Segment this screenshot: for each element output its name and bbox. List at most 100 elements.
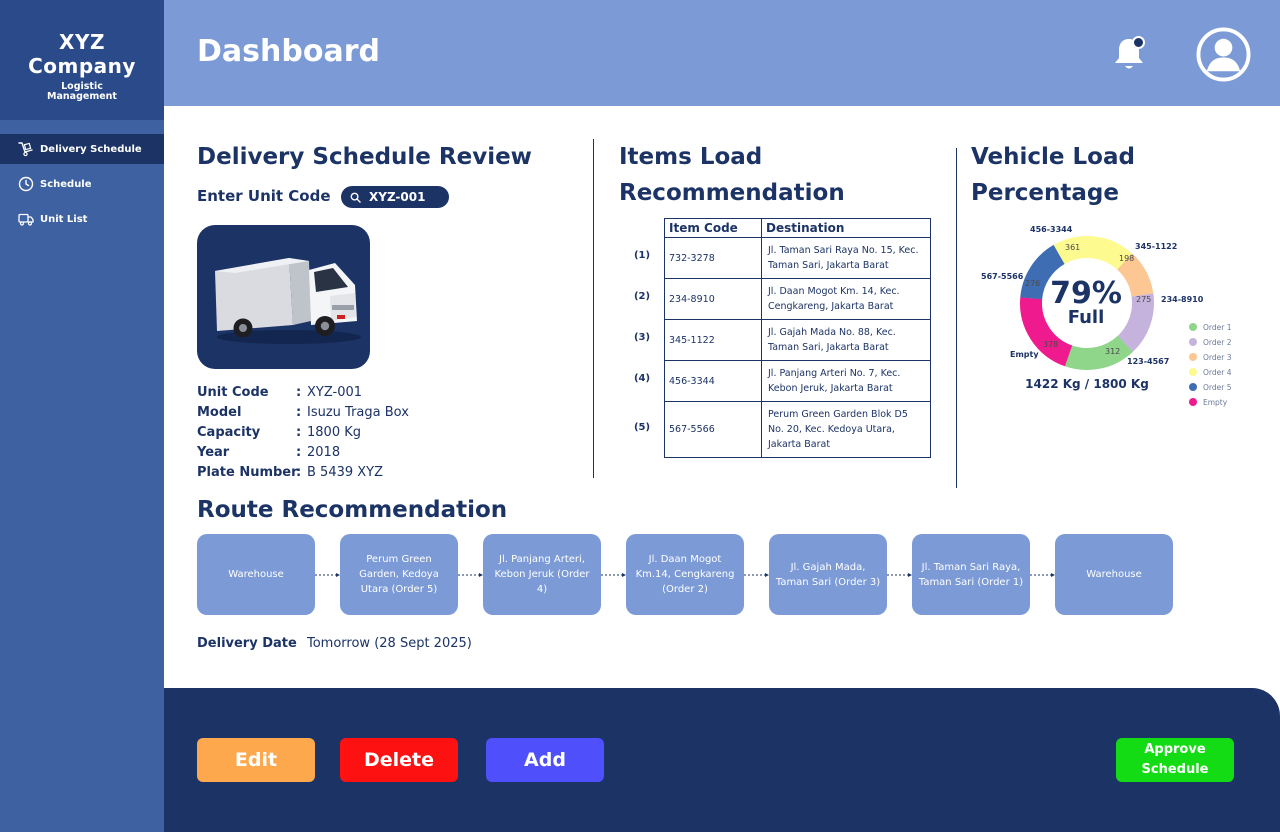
truck-illustration bbox=[215, 258, 361, 344]
route-stop[interactable]: Jl. Gajah Mada, Taman Sari (Order 3) bbox=[769, 534, 887, 615]
segment-label: 123-4567 bbox=[1127, 357, 1170, 366]
table-header-row: Item Code Destination bbox=[664, 218, 931, 238]
divider bbox=[593, 139, 594, 478]
segment-value: 378 bbox=[1043, 340, 1059, 349]
row-index: (3) bbox=[633, 332, 651, 343]
edit-button[interactable]: Edit bbox=[197, 738, 315, 782]
item-code-cell: 456-3344 bbox=[664, 360, 762, 402]
segment-value: 276 bbox=[1025, 279, 1041, 288]
item-code-cell: 567-5566 bbox=[664, 401, 762, 458]
legend-label: Empty bbox=[1203, 397, 1228, 407]
destination-cell: Jl. Taman Sari Raya No. 15, Kec. Taman S… bbox=[761, 237, 931, 279]
spec-value: B 5439 XYZ bbox=[307, 465, 384, 480]
segment-value: 275 bbox=[1136, 295, 1152, 304]
action-bar bbox=[164, 688, 1280, 832]
legend-swatch bbox=[1189, 383, 1197, 391]
legend-label: Order 1 bbox=[1203, 322, 1232, 332]
bell-icon[interactable] bbox=[1108, 33, 1150, 75]
user-icon[interactable] bbox=[1196, 27, 1251, 82]
row-index: (1) bbox=[633, 250, 651, 261]
unit-code-value: XYZ-001 bbox=[369, 190, 426, 204]
column-header-destination: Destination bbox=[761, 218, 931, 238]
route-arrow-icon bbox=[1030, 573, 1055, 577]
brand-name: XYZ Company bbox=[0, 30, 164, 78]
spec-model: Model: Isuzu Traga Box bbox=[197, 403, 497, 423]
route-title: Route Recommendation bbox=[197, 497, 508, 523]
legend-swatch bbox=[1189, 353, 1197, 361]
vehicle-load-title-line2: Percentage bbox=[971, 180, 1119, 206]
delivery-date-label: Delivery Date bbox=[197, 636, 297, 651]
table-row[interactable]: 234-8910 Jl. Daan Mogot Km. 14, Kec. Cen… bbox=[664, 278, 931, 320]
sidebar-item-label: Delivery Schedule bbox=[40, 143, 142, 155]
destination-cell: Jl. Daan Mogot Km. 14, Kec. Cengkareng, … bbox=[761, 278, 931, 320]
legend-item: Order 3 bbox=[1189, 351, 1231, 363]
delete-button[interactable]: Delete bbox=[340, 738, 458, 782]
table-row[interactable]: 345-1122 Jl. Gajah Mada No. 88, Kec. Tam… bbox=[664, 319, 931, 361]
spec-plate-number: Plate Number: B 5439 XYZ bbox=[197, 463, 497, 483]
sidebar-item-schedule[interactable]: Schedule bbox=[0, 169, 164, 199]
sidebar-item-unit-list[interactable]: Unit List bbox=[0, 204, 164, 234]
items-load-table: Item Code Destination 732-3278 Jl. Taman… bbox=[664, 218, 931, 458]
legend-swatch bbox=[1189, 323, 1197, 331]
route-stop[interactable]: Jl. Panjang Arteri, Kebon Jeruk (Order 4… bbox=[483, 534, 601, 615]
spec-capacity: Capacity:1800 Kg bbox=[197, 423, 497, 443]
add-button[interactable]: Add bbox=[486, 738, 604, 782]
sidebar-item-label: Schedule bbox=[40, 178, 92, 190]
legend-label: Order 4 bbox=[1203, 367, 1232, 377]
route-stop[interactable]: Warehouse bbox=[197, 534, 315, 615]
legend-item: Order 2 bbox=[1189, 336, 1231, 348]
items-load-title-line1: Items Load bbox=[619, 144, 763, 170]
approve-schedule-button[interactable]: Approve Schedule bbox=[1116, 738, 1234, 782]
table-row[interactable]: 732-3278 Jl. Taman Sari Raya No. 15, Kec… bbox=[664, 237, 931, 279]
spec-year: Year:2018 bbox=[197, 443, 497, 463]
route-stop[interactable]: Jl. Taman Sari Raya, Taman Sari (Order 1… bbox=[912, 534, 1030, 615]
approve-label-line2: Schedule bbox=[1141, 762, 1209, 777]
brand-name-line1: XYZ bbox=[59, 30, 105, 54]
unit-code-search-input[interactable]: XYZ-001 bbox=[341, 186, 449, 208]
item-code-cell: 345-1122 bbox=[664, 319, 762, 361]
legend-item: Order 4 bbox=[1189, 366, 1231, 378]
sidebar-item-delivery-schedule[interactable]: Delivery Schedule bbox=[0, 134, 164, 164]
brand-name-line2: Company bbox=[28, 54, 136, 78]
legend-item: Order 5 bbox=[1189, 381, 1231, 393]
legend-swatch bbox=[1189, 398, 1197, 406]
sidebar: XYZ Company Logistic Management Delivery… bbox=[0, 0, 164, 832]
spec-colon: : bbox=[296, 445, 302, 460]
brand-subtitle-line2: Management bbox=[47, 91, 117, 102]
table-row[interactable]: 567-5566 Perum Green Garden Blok D5 No. … bbox=[664, 401, 931, 458]
items-load-title-line2: Recommendation bbox=[619, 180, 845, 206]
sidebar-item-label: Unit List bbox=[40, 213, 88, 225]
route-arrow-icon bbox=[601, 573, 626, 577]
legend-label: Order 2 bbox=[1203, 337, 1232, 347]
load-total: 1422 Kg / 1800 Kg bbox=[1025, 377, 1149, 391]
clock-icon bbox=[18, 176, 34, 192]
vehicle-load-title: Vehicle Load Percentage bbox=[971, 139, 1135, 211]
route-arrow-icon bbox=[744, 573, 769, 577]
segment-label: 345-1122 bbox=[1135, 242, 1178, 251]
destination-cell: Jl. Panjang Arteri No. 7, Kec. Kebon Jer… bbox=[761, 360, 931, 402]
delivery-date-value: Tomorrow (28 Sept 2025) bbox=[307, 636, 472, 651]
review-title: Delivery Schedule Review bbox=[197, 144, 532, 170]
spec-value: 1800 Kg bbox=[307, 425, 361, 440]
spec-key: Model bbox=[197, 405, 242, 420]
route-stop[interactable]: Jl. Daan Mogot Km.14, Cengkareng (Order … bbox=[626, 534, 744, 615]
row-index: (2) bbox=[633, 291, 651, 302]
segment-label: 234-8910 bbox=[1161, 295, 1204, 304]
route-arrow-icon bbox=[458, 573, 483, 577]
row-index: (4) bbox=[633, 373, 651, 384]
legend-item: Order 1 bbox=[1189, 321, 1231, 333]
segment-value: 312 bbox=[1105, 347, 1121, 356]
legend-swatch bbox=[1189, 368, 1197, 376]
legend-label: Order 3 bbox=[1203, 352, 1232, 362]
table-row[interactable]: 456-3344 Jl. Panjang Arteri No. 7, Kec. … bbox=[664, 360, 931, 402]
spec-key: Year bbox=[197, 445, 230, 460]
segment-value: 198 bbox=[1119, 254, 1135, 263]
dolly-icon bbox=[18, 142, 33, 157]
route-stop[interactable]: Warehouse bbox=[1055, 534, 1173, 615]
segment-label: 456-3344 bbox=[1030, 225, 1073, 234]
route-stop[interactable]: Perum Green Garden, Kedoya Utara (Order … bbox=[340, 534, 458, 615]
segment-label: 567-5566 bbox=[981, 272, 1024, 281]
spec-key: Capacity bbox=[197, 425, 261, 440]
spec-unit-code: Unit Code: XYZ-001 bbox=[197, 383, 497, 403]
segment-label: Empty bbox=[1010, 350, 1039, 359]
